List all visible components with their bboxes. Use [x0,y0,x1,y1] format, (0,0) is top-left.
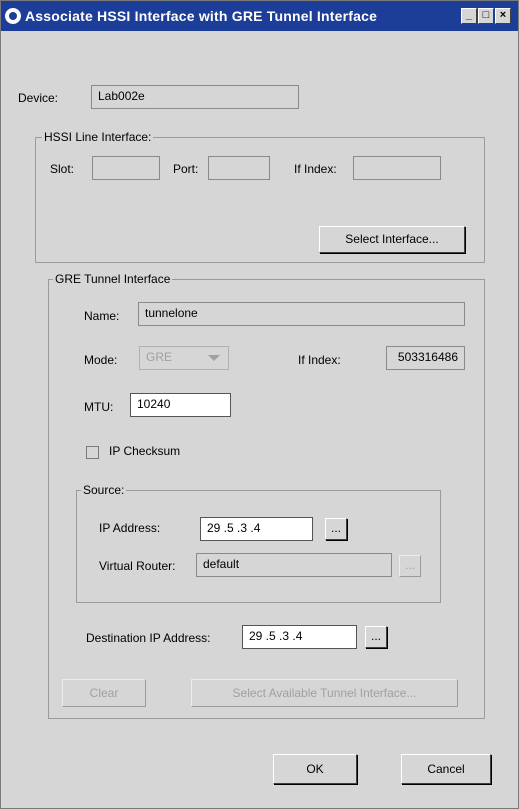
virtual-router-field: default [196,553,392,577]
source-ip-input[interactable]: 29 .5 .3 .4 [200,517,313,541]
dialog-window: Associate HSSI Interface with GRE Tunnel… [0,0,519,809]
destination-ip-browse-button[interactable]: ... [365,626,387,648]
source-ip-label: IP Address: [99,521,161,535]
clear-button[interactable]: Clear [62,679,146,707]
select-interface-button[interactable]: Select Interface... [319,226,465,253]
hssi-line-interface-group: HSSI Line Interface: Slot: Port: If Inde… [35,130,485,263]
source-ip-browse-button[interactable]: ... [325,518,347,540]
mtu-input[interactable]: 10240 [130,393,231,417]
gre-ifindex-label: If Index: [298,353,341,367]
select-available-tunnel-button[interactable]: Select Available Tunnel Interface... [191,679,458,707]
device-label: Device: [18,91,59,105]
window-title: Associate HSSI Interface with GRE Tunnel… [25,8,378,24]
mtu-label: MTU: [84,400,114,414]
device-field: Lab002e [91,85,299,109]
title-bar[interactable]: Associate HSSI Interface with GRE Tunnel… [1,1,518,31]
tunnel-name-field: tunnelone [138,302,465,326]
slot-label: Slot: [50,162,75,176]
slot-field [92,156,160,180]
ok-button[interactable]: OK [273,754,357,784]
port-field [208,156,270,180]
maximize-button[interactable]: □ [478,8,494,24]
mode-select: GRE [139,346,229,370]
mode-label: Mode: [84,353,118,367]
app-logo-icon [5,8,21,24]
source-group: Source: IP Address: 29 .5 .3 .4 ... Virt… [76,483,441,603]
ip-checksum-checkbox[interactable] [86,446,99,459]
gre-ifindex-field: 503316486 [386,346,465,370]
destination-ip-input[interactable]: 29 .5 .3 .4 [242,625,357,649]
destination-ip-label: Destination IP Address: [86,631,211,645]
minimize-button[interactable]: _ [461,8,477,24]
port-label: Port: [173,162,199,176]
cancel-button[interactable]: Cancel [401,754,491,784]
hssi-ifindex-label: If Index: [294,162,337,176]
virtual-router-browse-button[interactable]: ... [399,555,421,577]
hssi-ifindex-field [353,156,441,180]
mode-value: GRE [146,350,173,364]
chevron-down-icon [208,355,220,361]
gre-tunnel-interface-group: GRE Tunnel Interface Name: tunnelone Mod… [48,272,485,719]
ip-checksum-label: IP Checksum [109,444,181,458]
virtual-router-label: Virtual Router: [99,559,176,573]
name-label: Name: [84,309,120,323]
source-legend: Source: [81,483,127,497]
gre-group-legend: GRE Tunnel Interface [53,272,173,286]
close-button[interactable]: × [495,8,511,24]
hssi-group-legend: HSSI Line Interface: [42,130,154,144]
